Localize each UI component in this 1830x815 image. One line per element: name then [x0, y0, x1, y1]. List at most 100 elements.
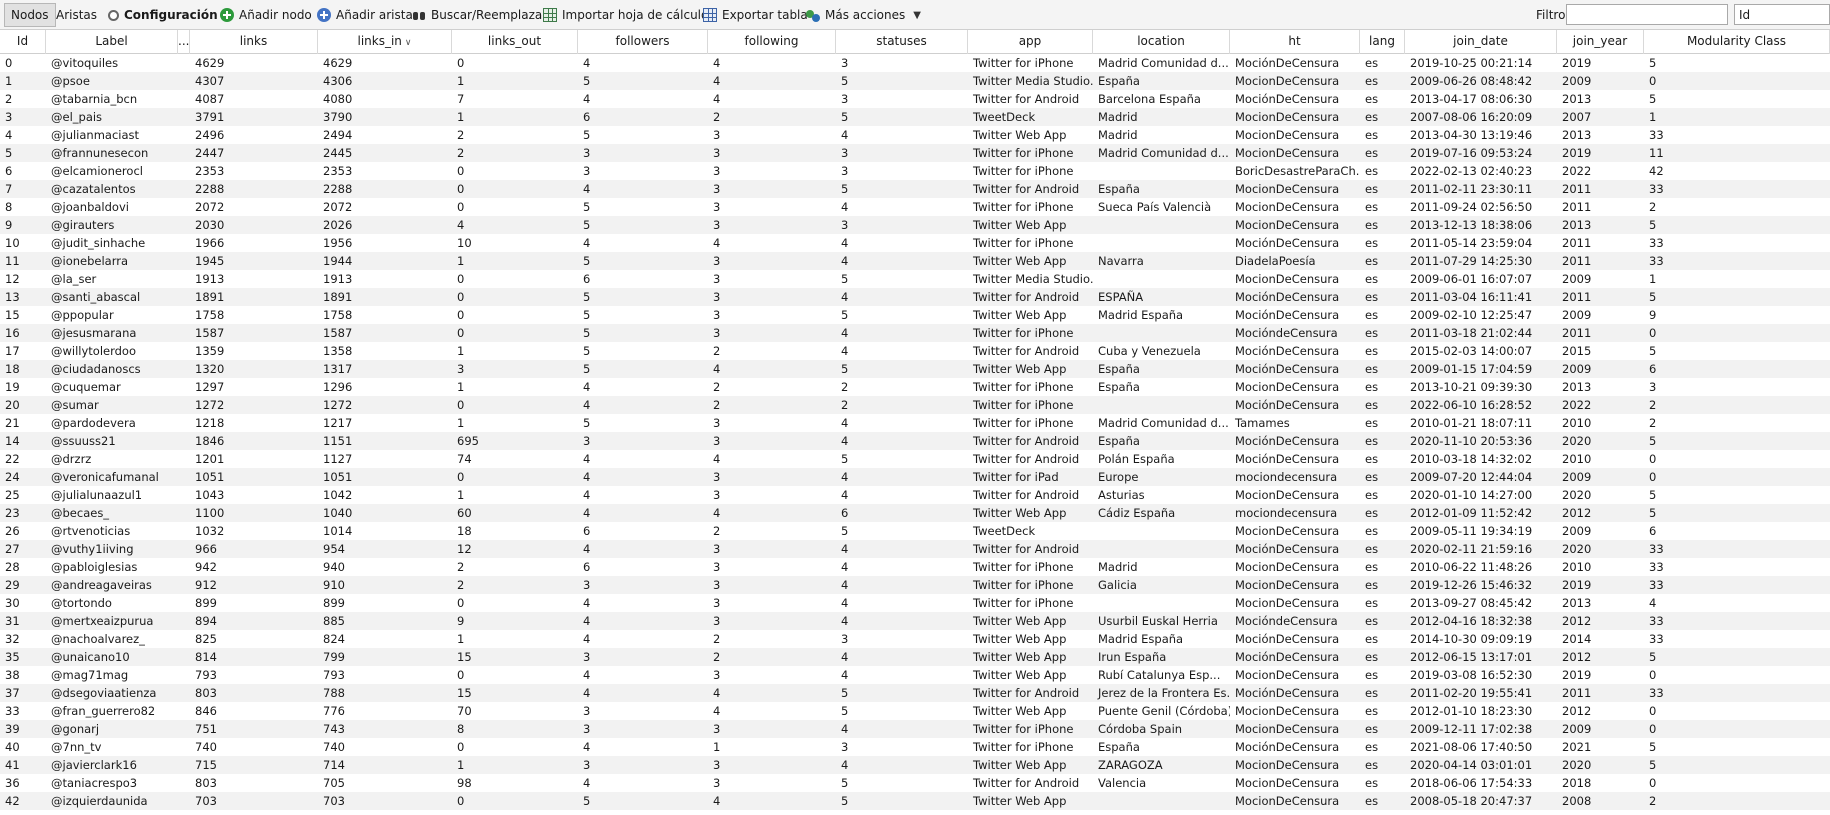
table-row[interactable]: 9 @girauters 2030 2026 4 5 3 3 Twitter Web App Mo… [0, 216, 1830, 234]
column-header-5[interactable]: links_out [452, 30, 578, 54]
table-cell: 2011-09-24 02:56:50 [1410, 200, 1533, 214]
table-row[interactable]: 20 @sumar 1272 1272 0 4 2 2 Twitter for iPhone Mo… [0, 396, 1830, 414]
table-row[interactable]: 38 @mag71mag 793 793 0 4 3 4 Twitter Web App Rubí… [0, 666, 1830, 684]
table-row[interactable]: 15 @ppopular 1758 1758 0 5 3 5 Twitter Web App Ma… [0, 306, 1830, 324]
column-header-11[interactable]: ht [1230, 30, 1360, 54]
table-row[interactable]: 37 @dsegoviaatienza 803 788 15 4 4 5 Twitter for… [0, 684, 1830, 702]
add-node-button[interactable]: Añadir nodo [220, 0, 312, 30]
table-cell: 33 [1649, 182, 1664, 196]
table-row[interactable]: 23 @becaes_ 1100 1040 60 4 4 6 Twitter Web App Cá… [0, 504, 1830, 522]
import-spreadsheet-button[interactable]: Importar hoja de cálculo [543, 0, 708, 30]
table-row[interactable]: 0 @vitoquiles 4629 4629 0 4 4 3 Twitter for iPho… [0, 54, 1830, 72]
table-cell: 2007 [1562, 110, 1592, 124]
table-cell: 18 [5, 362, 20, 376]
table-cell: 954 [323, 542, 345, 556]
table-cell: es [1365, 632, 1379, 646]
table-row[interactable]: 28 @pabloiglesias 942 940 2 6 3 4 Twitter for iP… [0, 558, 1830, 576]
column-header-6[interactable]: followers [578, 30, 708, 54]
table-row[interactable]: 1 @psoe 4307 4306 1 5 4 5 Twitter Media Studio..… [0, 72, 1830, 90]
table-cell: Twitter Web App [973, 650, 1067, 664]
table-row[interactable]: 14 @ssuuss21 1846 1151 695 3 3 4 Twitter for And… [0, 432, 1830, 450]
table-row[interactable]: 33 @fran_guerrero82 846 776 70 3 4 5 Twitter Web… [0, 702, 1830, 720]
column-header-15[interactable]: Modularity Class [1644, 30, 1830, 54]
tab-edges[interactable]: Aristas [50, 3, 103, 27]
table-cell: 4 [841, 254, 849, 268]
table-row[interactable]: 6 @elcamionerocl 2353 2353 0 3 3 3 Twitter for i… [0, 162, 1830, 180]
add-edge-button[interactable]: Añadir arista [317, 0, 413, 30]
table-row[interactable]: 25 @julialunaazul1 1043 1042 1 4 3 4 Twitter for… [0, 486, 1830, 504]
table-cell: 3 [713, 200, 721, 214]
table-row[interactable]: 2 @tabarnia_bcn 4087 4080 7 4 4 3 Twitter for An… [0, 90, 1830, 108]
table-cell: 1 [1649, 272, 1657, 286]
table-row[interactable]: 22 @drzrz 1201 1127 74 4 4 5 Twitter for Android… [0, 450, 1830, 468]
table-cell: es [1365, 362, 1379, 376]
table-row[interactable]: 35 @unaicano10 814 799 15 3 2 4 Twitter Web App I… [0, 648, 1830, 666]
table-cell: @cuquemar [51, 380, 121, 394]
table-row[interactable]: 42 @izquierdaunida 703 703 0 5 4 5 Twitter Web A… [0, 792, 1830, 810]
table-row[interactable]: 5 @frannunesecon 2447 2445 2 3 3 3 Twitter for i… [0, 144, 1830, 162]
table-row[interactable]: 11 @ionebelarra 1945 1944 1 5 3 4 Twitter Web Ap… [0, 252, 1830, 270]
table-row[interactable]: 32 @nachoalvarez_ 825 824 1 4 2 3 Twitter Web Ap… [0, 630, 1830, 648]
table-cell: @unaicano10 [51, 650, 130, 664]
table-cell: MociónDeCensura [1235, 542, 1340, 556]
table-row[interactable]: 7 @cazatalentos 2288 2288 0 4 3 5 Twitter for An… [0, 180, 1830, 198]
table-cell: es [1365, 164, 1379, 178]
table-cell: Barcelona España [1098, 92, 1201, 106]
table-row[interactable]: 40 @7nn_tv 740 740 0 4 1 3 Twitter for iPhone Esp… [0, 738, 1830, 756]
column-header-1[interactable]: Label [46, 30, 178, 54]
table-cell: 3 [583, 434, 591, 448]
table-row[interactable]: 21 @pardodevera 1218 1217 1 5 3 4 Twitter for iP… [0, 414, 1830, 432]
tab-nodes[interactable]: Nodos [4, 3, 56, 27]
table-row[interactable]: 26 @rtvenoticias 1032 1014 18 6 2 5 TweetDeck Moc… [0, 522, 1830, 540]
table-row[interactable]: 41 @javierclark16 715 714 1 3 3 4 Twitter Web Ap… [0, 756, 1830, 774]
column-header-13[interactable]: join_date [1405, 30, 1557, 54]
table-row[interactable]: 24 @veronicafumanal 1051 1051 0 4 3 4 Twitter fo… [0, 468, 1830, 486]
column-header-10[interactable]: location [1093, 30, 1230, 54]
table-cell: 2011 [1562, 254, 1592, 268]
export-table-button[interactable]: Exportar tabla [703, 0, 808, 30]
table-cell: es [1365, 416, 1379, 430]
table-row[interactable]: 30 @tortondo 899 899 0 4 3 4 Twitter for iPhone M… [0, 594, 1830, 612]
table-cell: Twitter for Android [973, 452, 1080, 466]
column-header-2[interactable]: ... [178, 30, 190, 54]
table-row[interactable]: 18 @ciudadanoscs 1320 1317 3 5 4 5 Twitter Web A… [0, 360, 1830, 378]
search-replace-button[interactable]: Buscar/Reemplazar [412, 0, 547, 30]
column-header-0[interactable]: Id [0, 30, 46, 54]
table-row[interactable]: 17 @willytolerdoo 1359 1358 1 5 2 4 Twitter for … [0, 342, 1830, 360]
filter-input[interactable] [1566, 4, 1728, 25]
column-header-8[interactable]: statuses [836, 30, 968, 54]
table-row[interactable]: 13 @santi_abascal 1891 1891 0 5 3 4 Twitter for … [0, 288, 1830, 306]
table-row[interactable]: 27 @vuthy1iiving 966 954 12 4 3 4 Twitter for An… [0, 540, 1830, 558]
table-cell: MocionDeCensura [1235, 182, 1340, 196]
table-row[interactable]: 12 @la_ser 1913 1913 0 6 3 5 Twitter Media Studi… [0, 270, 1830, 288]
table-cell: 4 [841, 200, 849, 214]
table-row[interactable]: 8 @joanbaldovi 2072 2072 0 5 3 4 Twitter for iPh… [0, 198, 1830, 216]
table-row[interactable]: 19 @cuquemar 1297 1296 1 4 2 2 Twitter for iPhon… [0, 378, 1830, 396]
table-row[interactable]: 36 @taniacrespo3 803 705 98 4 3 5 Twitter for An… [0, 774, 1830, 792]
table-row[interactable]: 31 @mertxeaizpurua 894 885 9 4 3 4 Twitter Web A… [0, 612, 1830, 630]
table-row[interactable]: 16 @jesusmarana 1587 1587 0 5 3 4 Twitter for iP… [0, 324, 1830, 342]
table-row[interactable]: 10 @judit_sinhache 1966 1956 10 4 4 4 Twitter fo… [0, 234, 1830, 252]
table-cell: 910 [323, 578, 345, 592]
table-cell: 2015-02-03 14:00:07 [1410, 344, 1533, 358]
table-row[interactable]: 39 @gonarj 751 743 8 3 3 4 Twitter for iPhone Cór… [0, 720, 1830, 738]
filter-column-select[interactable]: Id [1734, 4, 1830, 25]
table-row[interactable]: 3 @el_pais 3791 3790 1 6 2 5 TweetDeck Madrid Moci… [0, 108, 1830, 126]
column-header-9[interactable]: app [968, 30, 1093, 54]
table-cell: 2012 [1562, 506, 1592, 520]
table-cell: 2 [1649, 416, 1657, 430]
column-header-4[interactable]: links_in ∨ [318, 30, 452, 54]
table-cell: 3 [457, 362, 465, 376]
column-header-7[interactable]: following [708, 30, 836, 54]
more-actions-button[interactable]: Más acciones ▼ [806, 0, 921, 30]
column-header-3[interactable]: links [190, 30, 318, 54]
table-cell: Twitter Web App [973, 758, 1067, 772]
column-header-12[interactable]: lang [1360, 30, 1405, 54]
table-row[interactable]: 29 @andreagaveiras 912 910 2 3 3 4 Twitter for i… [0, 576, 1830, 594]
table-cell: 12 [457, 542, 472, 556]
configuration-button[interactable]: Configuración [108, 0, 218, 30]
table-cell: MociónDeCensura [1235, 434, 1340, 448]
table-cell: 3 [713, 326, 721, 340]
column-header-14[interactable]: join_year [1557, 30, 1644, 54]
table-row[interactable]: 4 @julianmaciast 2496 2494 2 5 3 4 Twitter Web A… [0, 126, 1830, 144]
